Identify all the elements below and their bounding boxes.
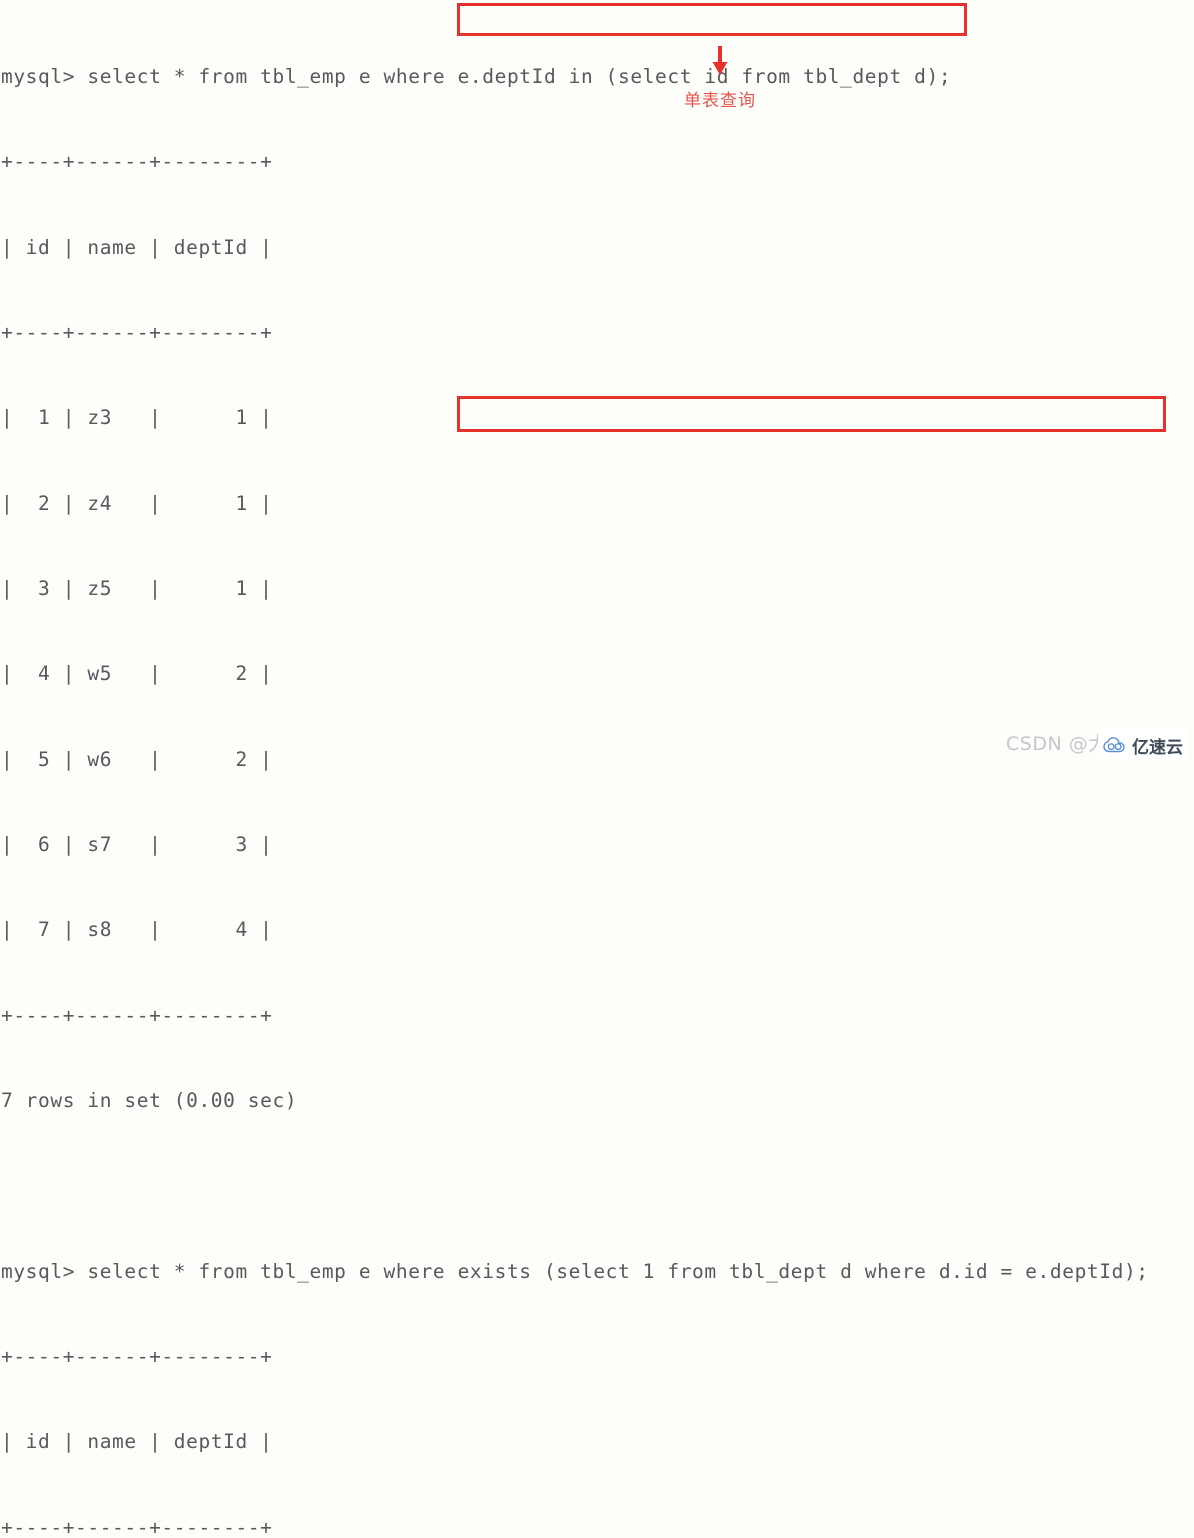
table-row: | 1 | z3 | 1 | <box>1 406 273 430</box>
table-row: | 3 | z5 | 1 | <box>1 576 273 600</box>
yisuyun-watermark: 亿速云 <box>1098 728 1189 762</box>
csdn-watermark: CSDN @大 <box>1006 733 1098 755</box>
down-arrow-icon <box>712 46 728 75</box>
yisuyun-brand-label: 亿速云 <box>1132 737 1183 758</box>
annotation-label: 单表查询 <box>684 91 756 111</box>
terminal-line: +----+------+--------+ <box>1 1345 273 1369</box>
row-count-status: 7 rows in set (0.00 sec) <box>1 1089 298 1113</box>
terminal-line: mysql> select * from tbl_emp e where exi… <box>1 1259 1149 1283</box>
table-row: | 6 | s7 | 3 | <box>1 833 273 856</box>
terminal-line: | id | name | deptId | <box>1 235 273 259</box>
terminal-line: +----+------+--------+ <box>1 1515 273 1538</box>
terminal-line: +----+------+--------+ <box>1 150 273 174</box>
terminal-line: | id | name | deptId | <box>1 1430 273 1454</box>
table-row: | 7 | s8 | 4 | <box>1 918 273 942</box>
table-row: | 4 | w5 | 2 | <box>1 662 273 686</box>
terminal-line: +----+------+--------+ <box>1 1003 273 1027</box>
table-row: | 2 | z4 | 1 | <box>1 491 273 515</box>
terminal-screenshot: mysql> select * from tbl_emp e where e.d… <box>0 0 1194 1538</box>
terminal-output: mysql> select * from tbl_emp e where e.d… <box>0 0 1194 1538</box>
terminal-line: mysql> select * from tbl_emp e where e.d… <box>1 64 952 88</box>
terminal-line: +----+------+--------+ <box>1 320 273 344</box>
cloud-icon <box>1103 737 1125 753</box>
